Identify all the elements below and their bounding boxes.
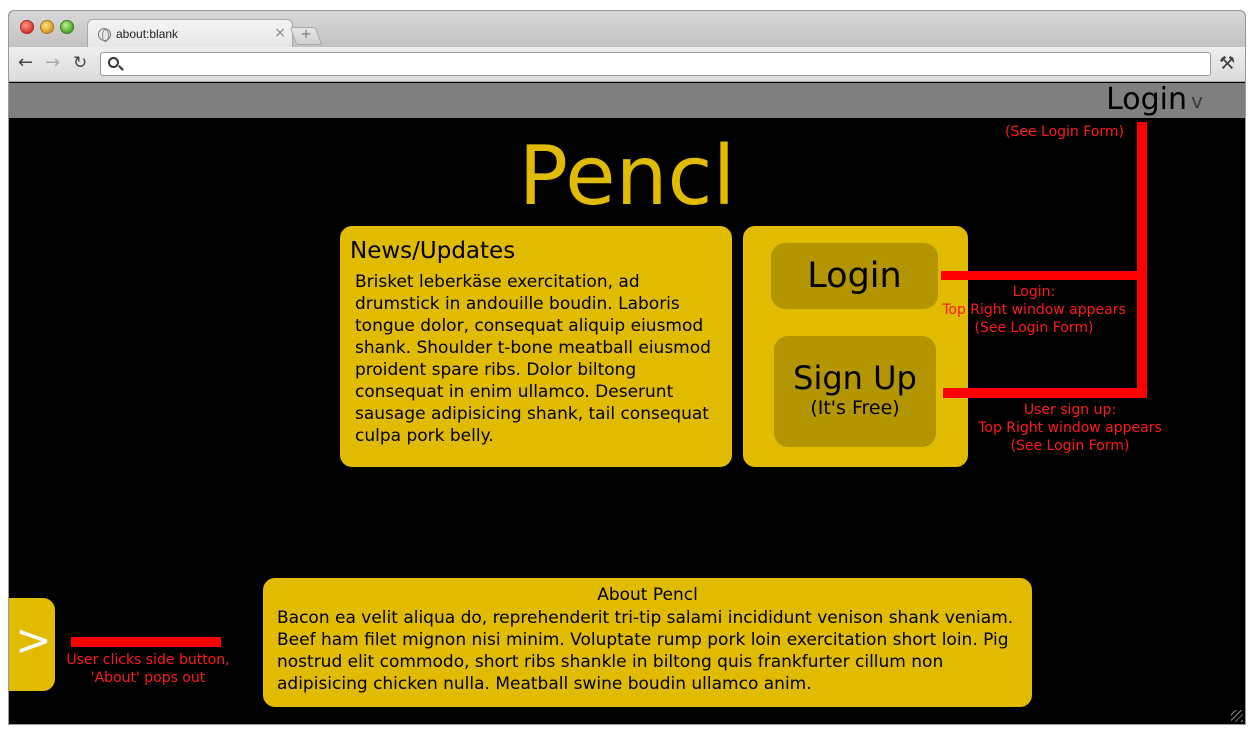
resize-grip-icon[interactable] [1231, 710, 1243, 722]
back-icon[interactable]: ← [18, 54, 33, 72]
annotation-side: User clicks side button, 'About' pops ou… [66, 652, 230, 686]
new-tab-button[interactable]: + [289, 27, 323, 45]
globe-icon [98, 28, 111, 42]
annotation-login: Login: Top Right window appears (See Log… [942, 284, 1126, 336]
zoom-window-button[interactable] [60, 20, 74, 34]
chevron-down-icon[interactable]: v [1191, 91, 1203, 111]
site-logo: Pencl [9, 129, 1245, 225]
tab-bar: about:blank × + [9, 11, 1245, 47]
annotation-line-vertical [1137, 122, 1147, 398]
tab-title: about:blank [116, 27, 179, 41]
wrench-icon[interactable]: ⚒ [1219, 53, 1235, 74]
minimize-window-button[interactable] [40, 20, 54, 34]
browser-toolbar: ← → ↻ ⚒ [9, 47, 1245, 82]
signup-button[interactable]: Sign Up (It's Free) [774, 336, 936, 447]
logo-text: Pencl [518, 129, 736, 224]
header-login-link[interactable]: Login [1106, 83, 1187, 117]
browser-window: about:blank × + ← → ↻ ⚒ Login v Pencl Ne… [8, 10, 1246, 725]
about-side-button[interactable]: > [9, 598, 55, 691]
search-icon [108, 57, 119, 68]
annotation-top-login: (See Login Form) [1005, 124, 1124, 140]
login-button[interactable]: Login [771, 243, 938, 309]
address-bar[interactable] [100, 52, 1211, 76]
chevron-right-icon: > [15, 615, 52, 666]
forward-icon[interactable]: → [45, 54, 60, 72]
about-body: Bacon ea velit aliqua do, reprehenderit … [277, 608, 1014, 694]
site-top-bar: Login v [9, 83, 1245, 118]
news-panel: News/Updates Brisket leberkäse exercitat… [340, 226, 732, 467]
tab-about-blank[interactable]: about:blank × [87, 19, 293, 47]
about-title: About Pencl [597, 585, 698, 605]
tab-close-icon[interactable]: × [274, 25, 286, 41]
about-panel: About Pencl Bacon ea velit aliqua do, re… [263, 578, 1032, 707]
annotation-line-login [941, 271, 1146, 280]
news-body: Brisket leberkäse exercitation, ad drums… [355, 272, 711, 446]
annotation-signup: User sign up: Top Right window appears (… [978, 402, 1162, 454]
news-title: News/Updates [350, 238, 516, 264]
auth-panel: Login Sign Up (It's Free) [743, 226, 968, 467]
annotation-line-side [71, 637, 221, 647]
close-window-button[interactable] [20, 20, 34, 34]
plus-icon: + [300, 27, 312, 42]
signup-label: Sign Up [793, 359, 917, 397]
reload-icon[interactable]: ↻ [73, 54, 87, 72]
signup-sublabel: (It's Free) [810, 397, 900, 419]
annotation-line-signup [943, 388, 1146, 398]
